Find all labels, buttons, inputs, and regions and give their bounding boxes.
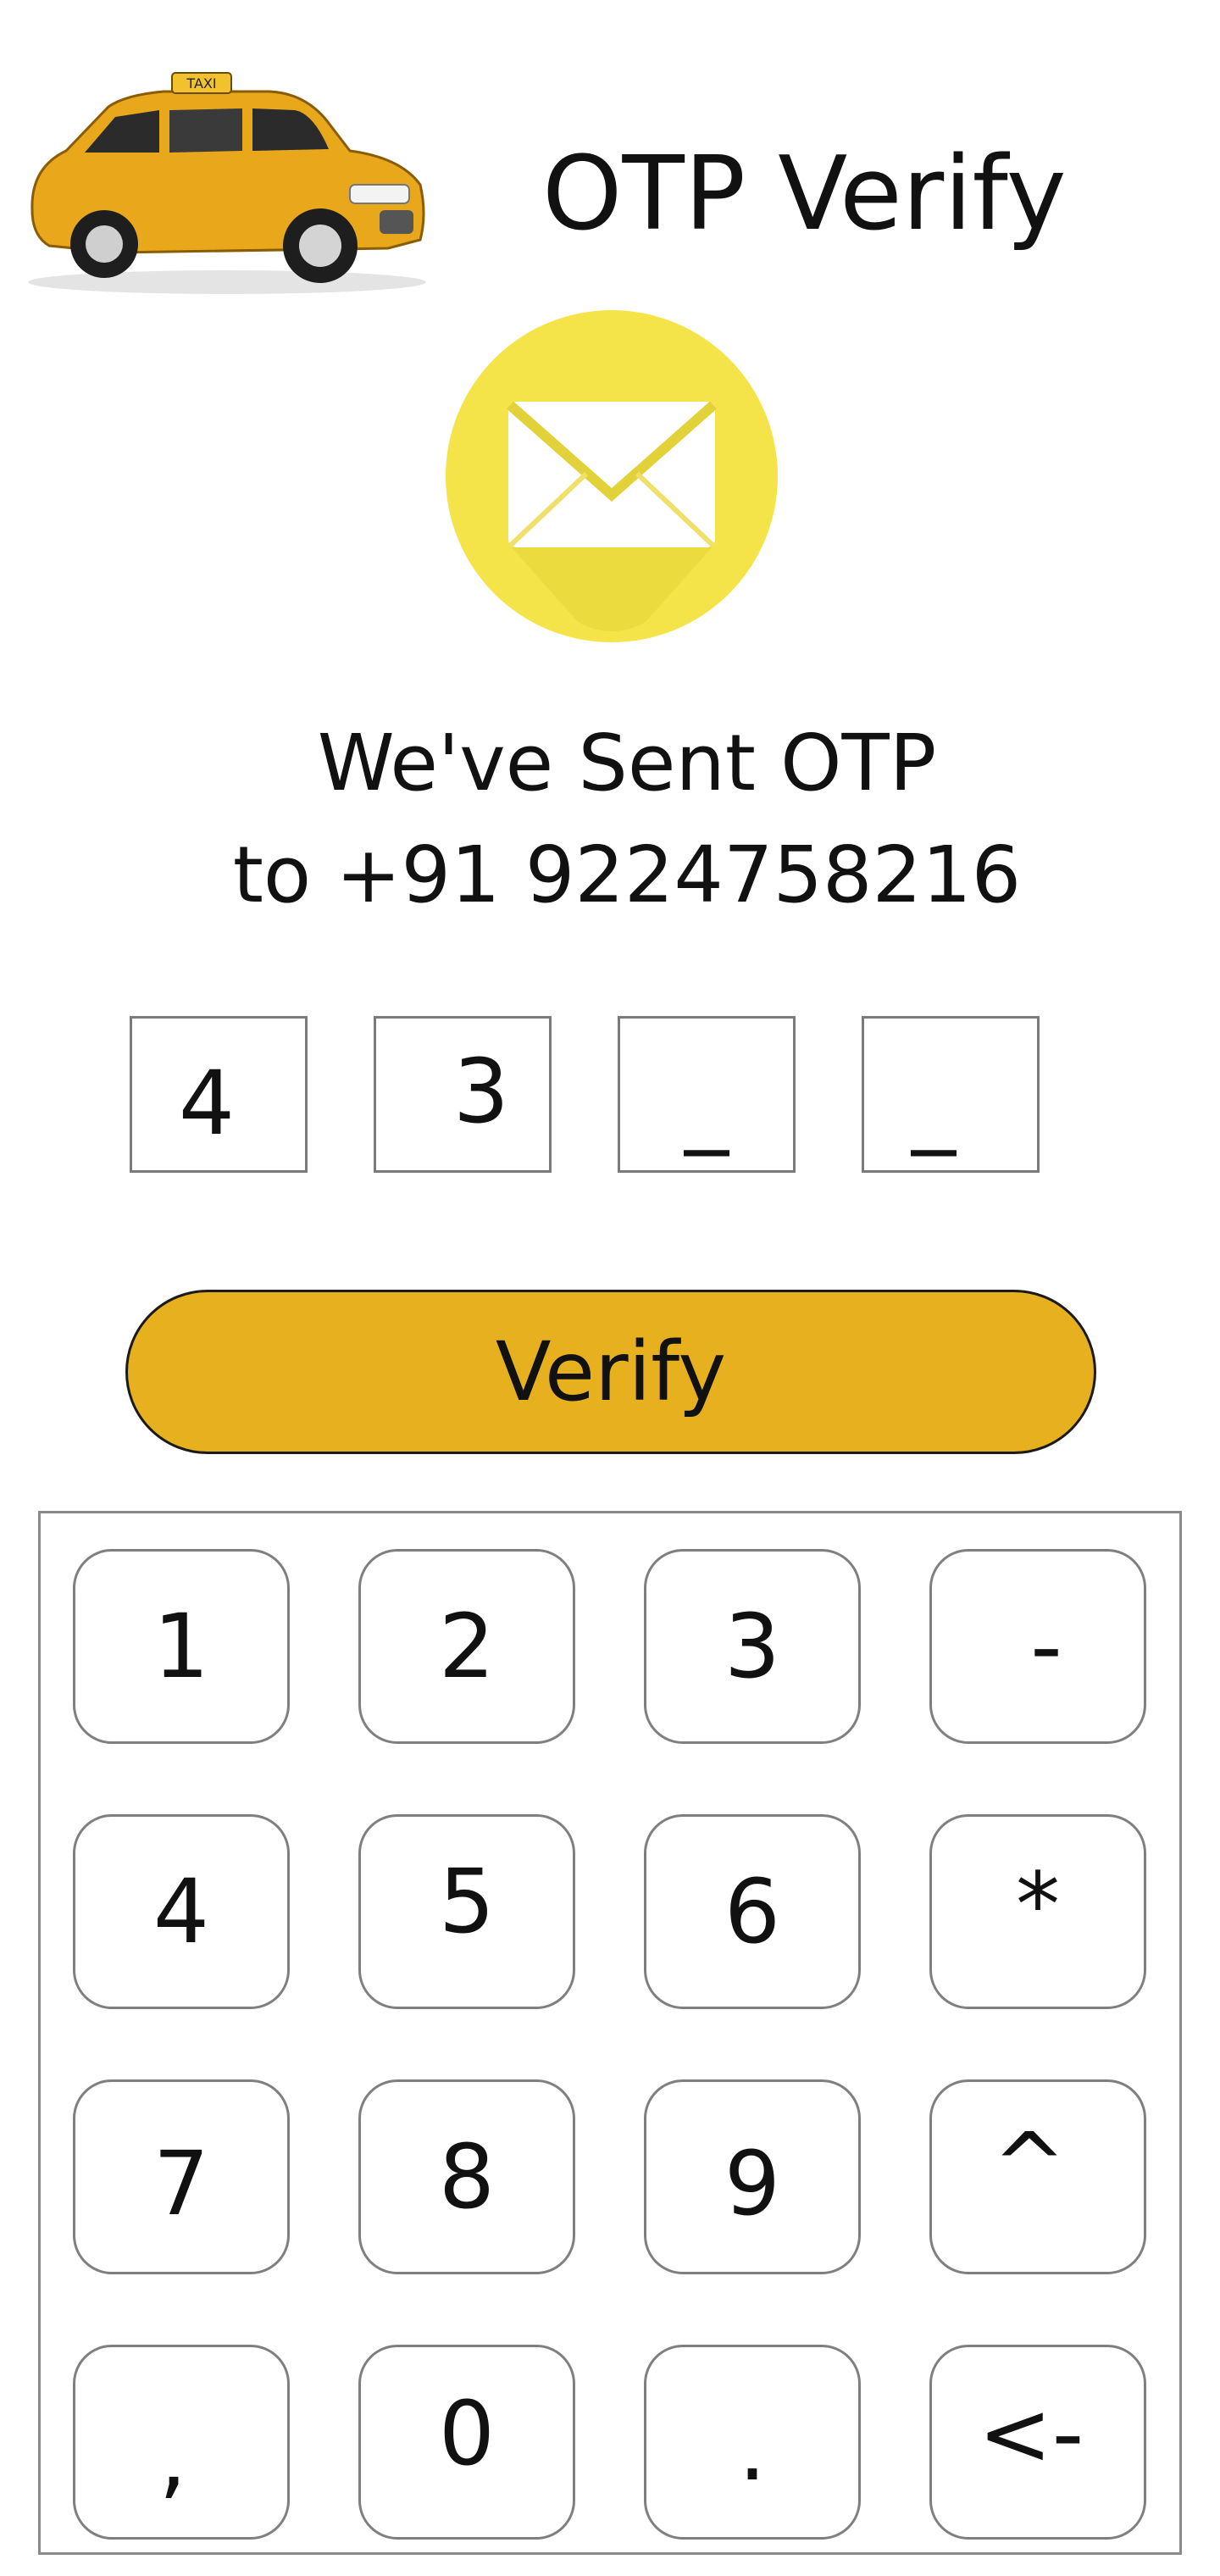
key-9[interactable]: 9 [644, 2079, 861, 2274]
key-0-label: 0 [438, 2382, 496, 2485]
key-6[interactable]: 6 [644, 1814, 861, 2009]
key-2-label: 2 [438, 1595, 496, 1698]
verify-button[interactable]: Verify [125, 1290, 1096, 1454]
key-backspace[interactable]: <- [929, 2345, 1146, 2540]
page-title: OTP Verify [542, 136, 1067, 253]
otp-digit-1[interactable]: 4 [130, 1016, 308, 1173]
key-period-label: . [738, 2397, 767, 2501]
key-7[interactable]: 7 [73, 2079, 290, 2274]
svg-text:TAXI: TAXI [186, 75, 216, 92]
key-caret[interactable]: ^ [929, 2079, 1146, 2274]
taxi-car-icon: TAXI [15, 66, 430, 299]
key-8-label: 8 [438, 2125, 496, 2229]
otp-digit-3-value: _ [685, 1053, 729, 1157]
otp-digit-1-value: 4 [178, 1052, 236, 1155]
key-4-label: 4 [152, 1860, 210, 1963]
key-1-label: 1 [152, 1595, 210, 1698]
key-caret-label: ^ [992, 2113, 1067, 2217]
key-period[interactable]: . [644, 2345, 861, 2540]
key-5-label: 5 [438, 1850, 496, 1953]
key-5[interactable]: 5 [358, 1814, 575, 2009]
key-minus-label: - [1030, 1595, 1062, 1698]
key-asterisk-label: * [1016, 1853, 1060, 1957]
otp-digit-4[interactable]: _ [862, 1016, 1040, 1173]
otp-digit-3[interactable]: _ [618, 1016, 796, 1173]
otp-sent-line-1: We've Sent OTP [317, 718, 937, 808]
key-7-label: 7 [152, 2132, 210, 2235]
key-minus[interactable]: - [929, 1549, 1146, 1744]
key-comma[interactable]: , [73, 2345, 290, 2540]
key-0[interactable]: 0 [358, 2345, 575, 2540]
otp-digit-2-value: 3 [452, 1040, 510, 1143]
key-6-label: 6 [724, 1860, 781, 1963]
otp-sent-message: We've Sent OTP to +91 9224758216 [169, 708, 1084, 931]
mail-envelope-icon [444, 308, 779, 644]
otp-digit-2[interactable]: 3 [374, 1016, 552, 1173]
key-4[interactable]: 4 [73, 1814, 290, 2009]
key-2[interactable]: 2 [358, 1549, 575, 1744]
numeric-keypad: 1 2 3 - 4 5 6 * 7 8 9 ^ , 0 . <- [38, 1511, 1182, 2555]
key-backspace-label: <- [978, 2382, 1084, 2485]
otp-sent-line-2: to +91 9224758216 [232, 830, 1022, 920]
key-8[interactable]: 8 [358, 2079, 575, 2274]
key-asterisk[interactable]: * [929, 1814, 1146, 2009]
key-9-label: 9 [724, 2132, 781, 2235]
otp-digit-4-value: _ [912, 1053, 956, 1157]
key-1[interactable]: 1 [73, 1549, 290, 1744]
key-3[interactable]: 3 [644, 1549, 861, 1744]
key-comma-label: , [158, 2406, 187, 2509]
key-3-label: 3 [724, 1595, 781, 1698]
